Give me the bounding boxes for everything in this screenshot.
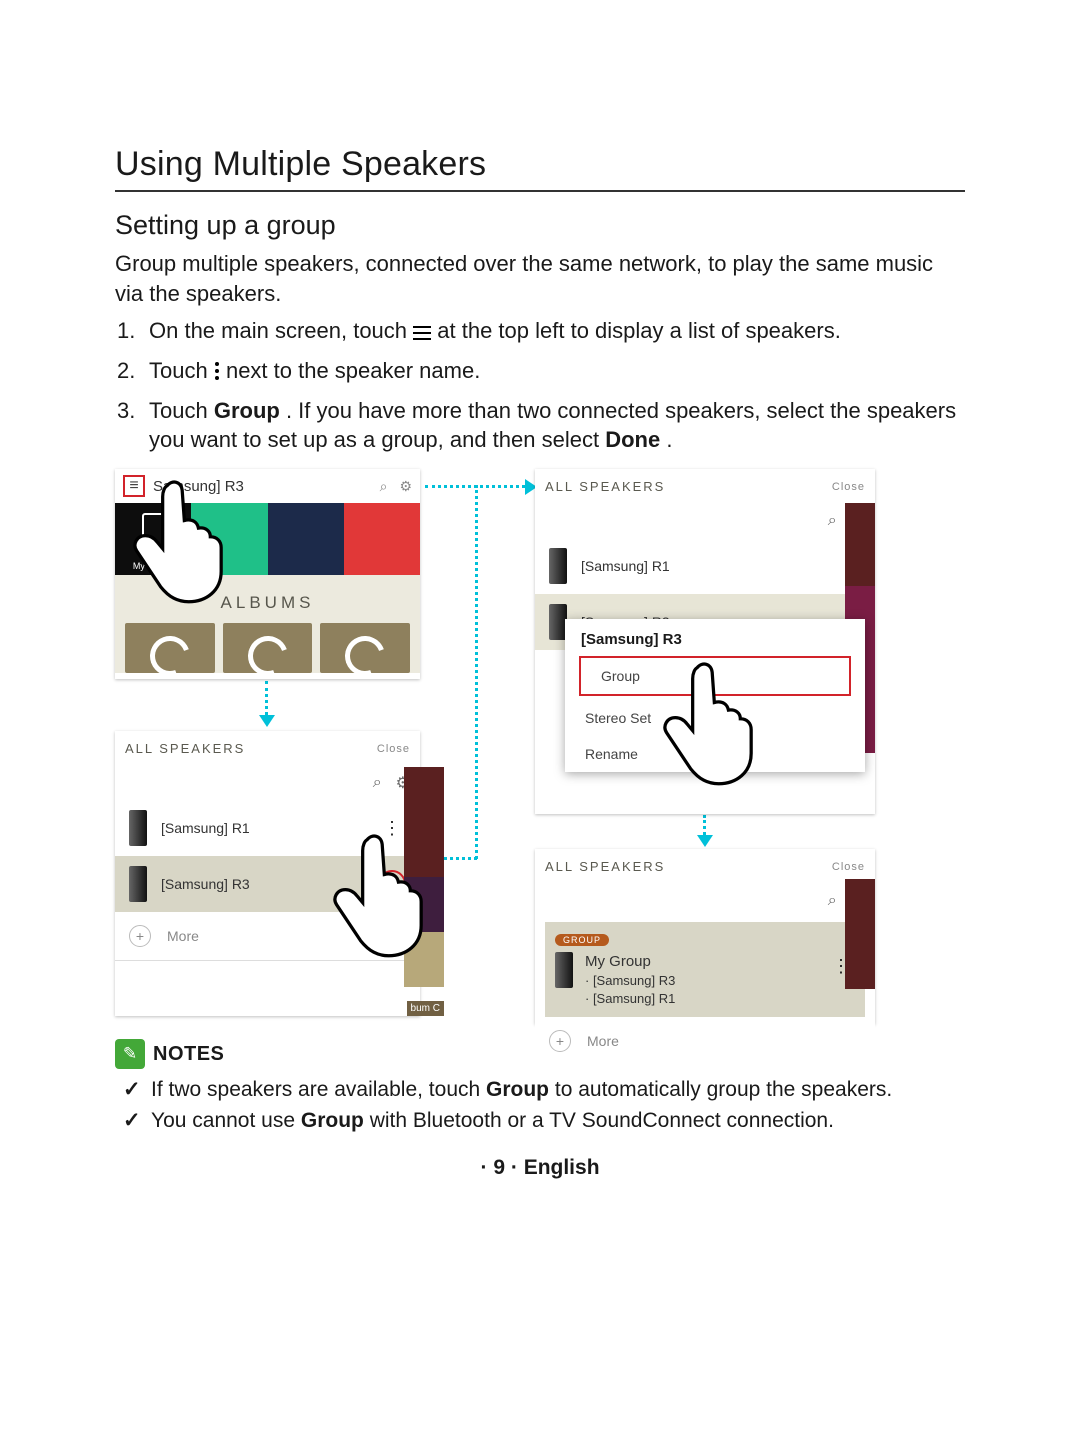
row-menu-button-highlight[interactable]: ⋮ xyxy=(378,870,406,898)
speaker-row[interactable]: [Samsung] R1 ⋮ xyxy=(115,800,420,856)
screenshot-speaker-list: ALL SPEAKERS Close ⌕ ⚙ [Samsung] R1 ⋮ [S… xyxy=(115,731,420,1016)
context-popup: [Samsung] R3 Group Stereo Set Rename xyxy=(565,619,865,772)
step-2: Touch next to the speaker name. xyxy=(115,356,965,388)
album-thumb[interactable] xyxy=(125,623,215,673)
group-member: · [Samsung] R1 xyxy=(585,990,675,1008)
source-tile[interactable] xyxy=(344,503,420,575)
more-row[interactable]: + More xyxy=(535,1017,875,1065)
step-2-pre: Touch xyxy=(149,358,214,383)
plus-icon: + xyxy=(129,925,151,947)
step-3-group: Group xyxy=(214,398,280,423)
panel-title: ALL SPEAKERS xyxy=(545,859,665,874)
page-title: Using Multiple Speakers xyxy=(115,145,965,192)
note-text: If two speakers are available, touch xyxy=(151,1078,486,1101)
notes-icon: ✎ xyxy=(115,1039,145,1069)
intro-text: Group multiple speakers, connected over … xyxy=(115,249,965,308)
more-row[interactable]: + More xyxy=(115,912,420,960)
step-2-post: next to the speaker name. xyxy=(226,358,480,383)
speaker-row-selected[interactable]: [Samsung] R3 ⋮ xyxy=(115,856,420,912)
panel-title: ALL SPEAKERS xyxy=(125,741,245,756)
speaker-icon xyxy=(555,952,573,988)
gear-icon[interactable]: ⚙ xyxy=(399,478,412,495)
group-member: · [Samsung] R3 xyxy=(585,972,675,990)
row-menu-button[interactable]: ⋮ xyxy=(378,814,406,842)
source-tile[interactable] xyxy=(191,503,267,575)
note-bold: Group xyxy=(301,1109,364,1132)
speaker-name: [Samsung] R1 xyxy=(581,558,670,574)
menu-item-rename[interactable]: Rename xyxy=(565,736,865,772)
menu-item-stereo[interactable]: Stereo Set xyxy=(565,700,865,736)
close-button[interactable]: Close xyxy=(377,743,410,755)
vertical-dots-icon xyxy=(214,358,220,388)
step-3-done: Done xyxy=(605,427,660,452)
step-3-pre: Touch xyxy=(149,398,214,423)
step-1-pre: On the main screen, touch xyxy=(149,318,413,343)
section-heading: Setting up a group xyxy=(115,210,965,241)
source-tile-myphone[interactable]: My Phone xyxy=(115,503,191,575)
note-item: You cannot use Group with Bluetooth or a… xyxy=(151,1106,965,1136)
speaker-row[interactable]: [Samsung] R1 ⋮ xyxy=(535,538,875,594)
note-text: You cannot use xyxy=(151,1109,301,1132)
speaker-name: [Samsung] R1 xyxy=(161,820,250,836)
album-thumb[interactable] xyxy=(320,623,410,673)
search-icon[interactable]: ⌕ xyxy=(828,892,837,910)
search-icon[interactable]: ⌕ xyxy=(828,512,837,530)
step-1-post: at the top left to display a list of spe… xyxy=(437,318,841,343)
note-text: to automatically group the speakers. xyxy=(555,1078,892,1101)
menu-button-highlight[interactable] xyxy=(123,475,145,497)
album-thumb[interactable] xyxy=(223,623,313,673)
more-label: More xyxy=(167,928,199,944)
group-badge: GROUP xyxy=(555,934,609,946)
group-card[interactable]: GROUP My Group · [Samsung] R3 · [Samsung… xyxy=(545,922,865,1017)
speaker-name: [Samsung] R3 xyxy=(161,876,250,892)
partial-label: bum C xyxy=(407,1001,444,1016)
speaker-icon xyxy=(129,866,147,902)
search-icon[interactable]: ⌕ xyxy=(373,774,382,792)
notes-heading: NOTES xyxy=(153,1043,224,1066)
note-item: If two speakers are available, touch Gro… xyxy=(151,1075,965,1105)
more-label: More xyxy=(587,1033,619,1049)
speaker-icon xyxy=(129,810,147,846)
speaker-icon xyxy=(549,548,567,584)
plus-icon: + xyxy=(549,1030,571,1052)
phone-icon xyxy=(142,513,164,547)
footer-language: English xyxy=(524,1156,600,1179)
screenshot-context-menu: ALL SPEAKERS Close ⌕ ⚙ [Samsung] R1 ⋮ [S… xyxy=(535,469,875,814)
step-3-post: . xyxy=(666,427,672,452)
popup-title: [Samsung] R3 xyxy=(565,619,865,652)
albums-heading: ALBUMS xyxy=(115,575,420,623)
search-icon[interactable]: ⌕ xyxy=(380,478,388,495)
step-3: Touch Group . If you have more than two … xyxy=(115,396,965,455)
page-footer: · 9 · English xyxy=(115,1156,965,1180)
screenshot-main-screen: Samsung] R3 ⌕ ⚙ My Phone ALBUMS xyxy=(115,469,420,679)
note-bold: Group xyxy=(486,1078,549,1101)
step-1: On the main screen, touch at the top lef… xyxy=(115,316,965,348)
menu-item-group-highlight[interactable]: Group xyxy=(579,656,851,696)
group-name: My Group xyxy=(585,952,675,972)
close-button[interactable]: Close xyxy=(832,861,865,873)
source-tile[interactable] xyxy=(268,503,344,575)
page-number: 9 xyxy=(493,1156,505,1179)
screen-title: Samsung] R3 xyxy=(153,478,372,495)
panel-title: ALL SPEAKERS xyxy=(545,479,665,494)
note-text: with Bluetooth or a TV SoundConnect conn… xyxy=(370,1109,834,1132)
myphone-label: My Phone xyxy=(133,561,174,571)
screenshot-group-created: ALL SPEAKERS Close ⌕ ⚙ GROUP My Group · … xyxy=(535,849,875,1024)
close-button[interactable]: Close xyxy=(832,481,865,493)
figure-area: Samsung] R3 ⌕ ⚙ My Phone ALBUMS xyxy=(115,469,965,1029)
hamburger-icon xyxy=(413,318,431,348)
